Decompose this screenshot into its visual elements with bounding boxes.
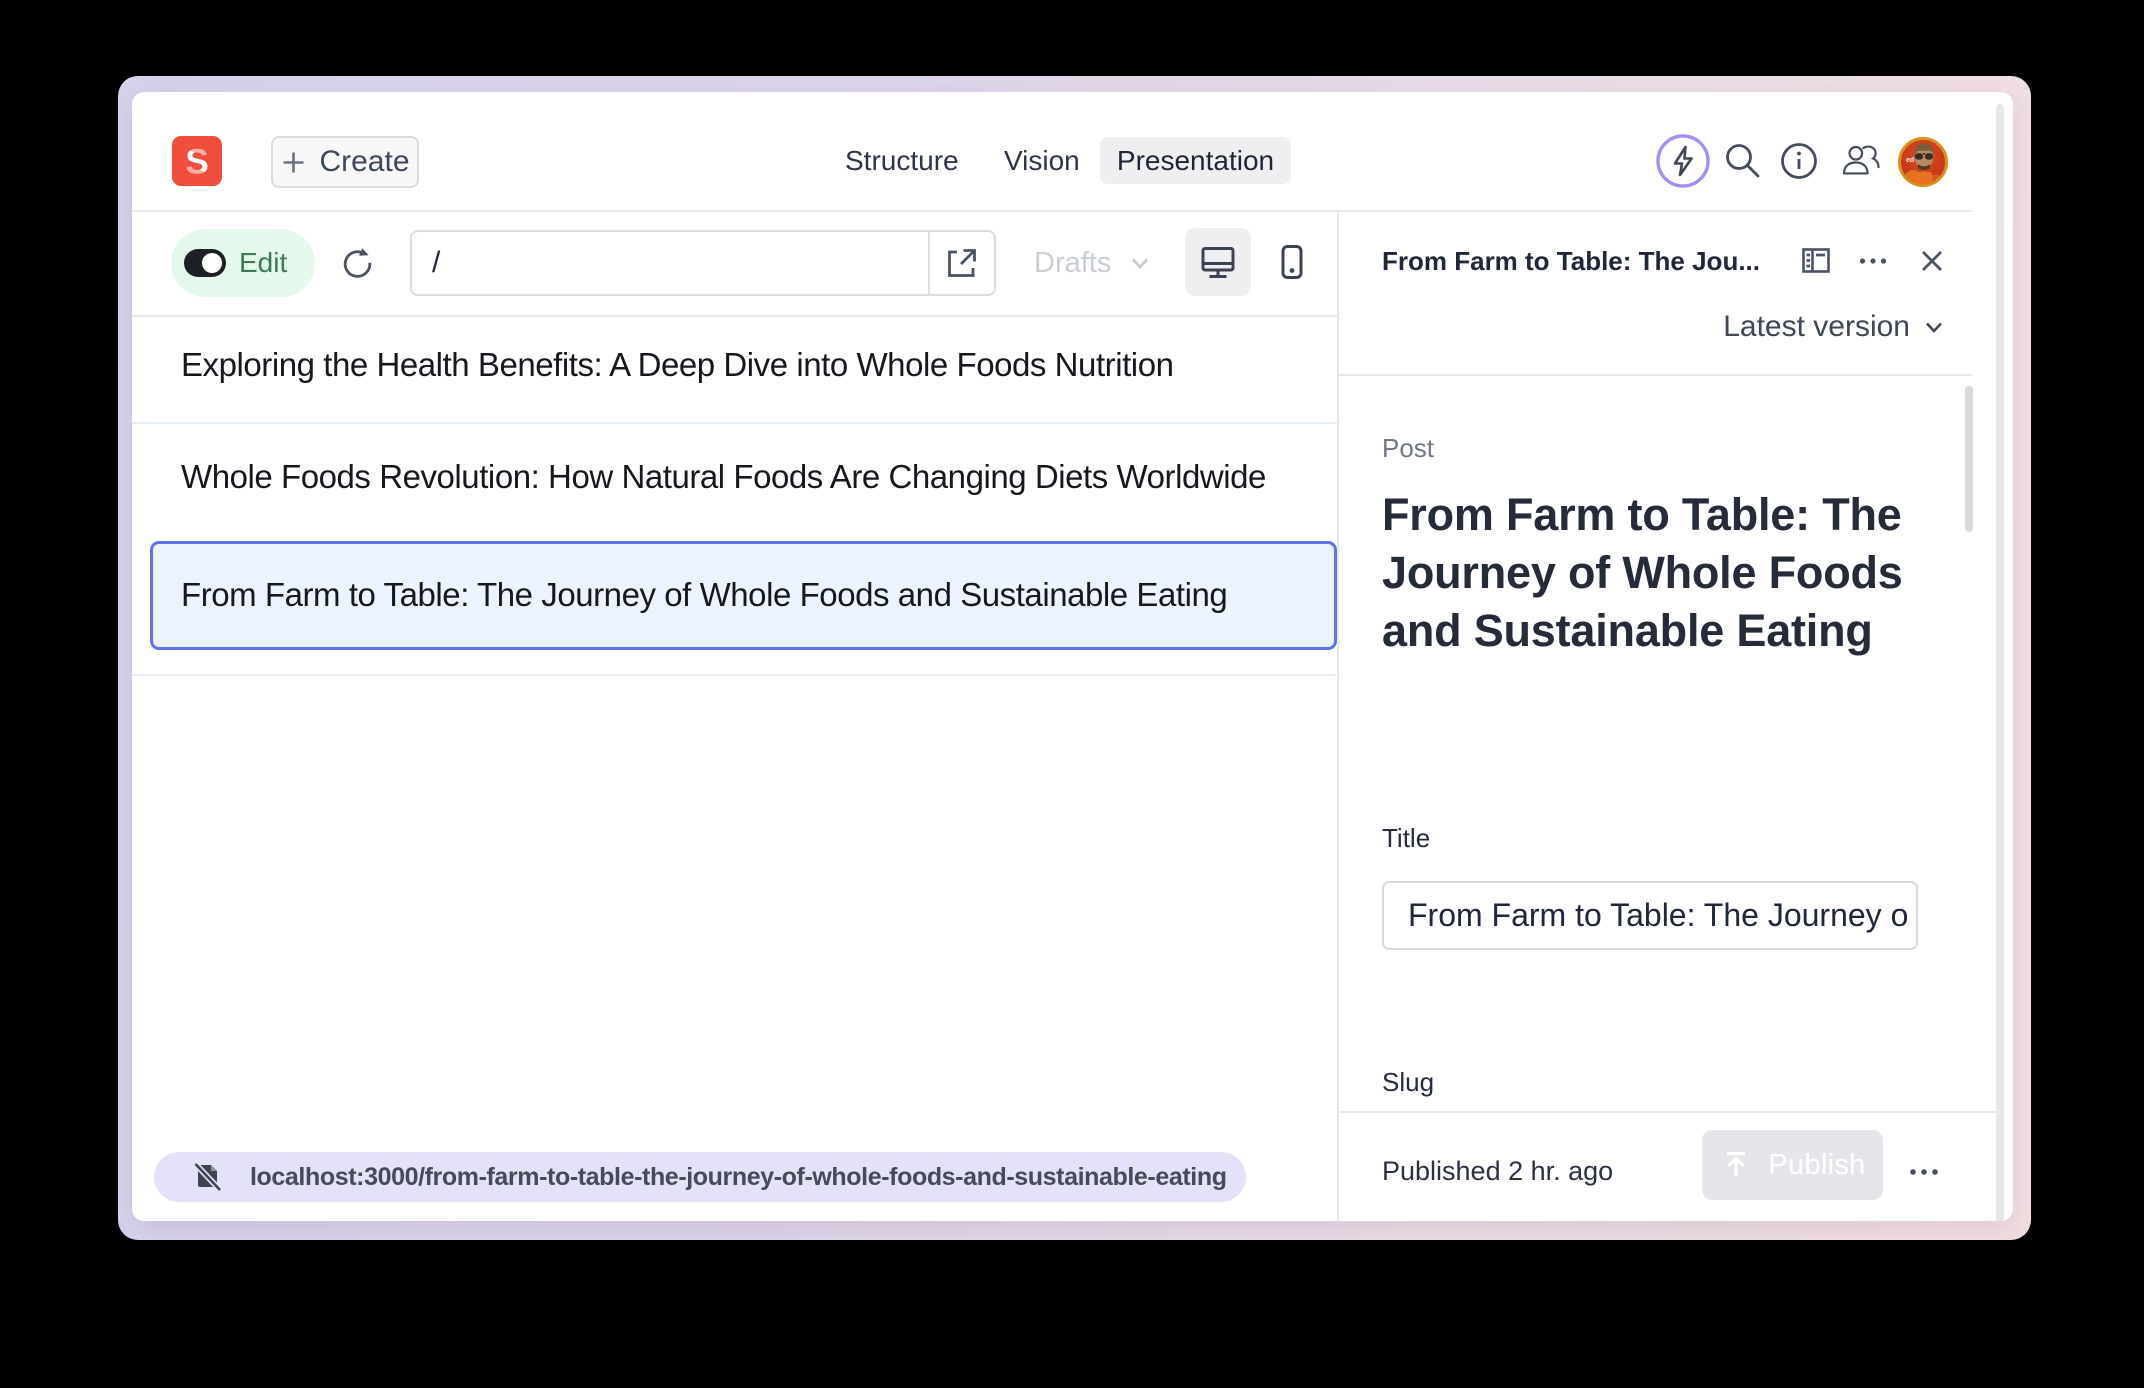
svg-text:ed: ed (1906, 157, 1914, 164)
